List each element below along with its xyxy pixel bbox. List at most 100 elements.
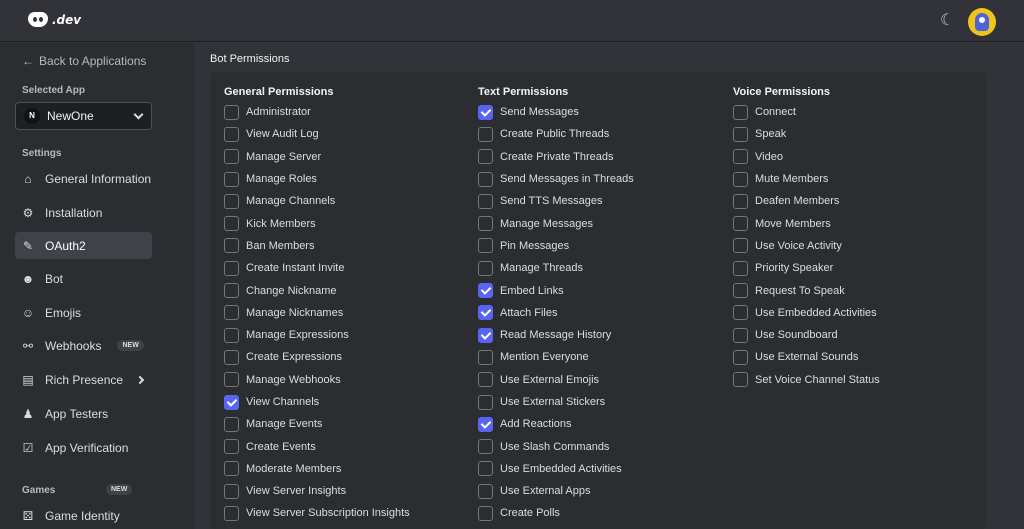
permission-checkbox[interactable] xyxy=(478,149,493,165)
sidebar-item-game-identity[interactable]: ⚄ Game Identity xyxy=(15,502,152,529)
permission-checkbox[interactable] xyxy=(478,305,493,321)
permission-checkbox[interactable] xyxy=(224,171,239,187)
permission-checkbox[interactable] xyxy=(733,149,748,165)
permission-row[interactable]: Mention Everyone xyxy=(478,346,728,368)
permission-checkbox[interactable] xyxy=(478,349,493,365)
sidebar-item-installation[interactable]: ⚙ Installation xyxy=(15,199,152,226)
permission-checkbox[interactable] xyxy=(733,349,748,365)
permission-checkbox[interactable] xyxy=(733,327,748,343)
permission-row[interactable]: Manage Channels xyxy=(224,190,474,212)
permission-checkbox[interactable] xyxy=(224,327,239,343)
permission-row[interactable]: Moderate Members xyxy=(224,458,474,480)
permission-checkbox[interactable] xyxy=(224,505,239,521)
permission-row[interactable]: Request To Speak xyxy=(733,279,983,301)
discord-dev-logo[interactable]: .dev xyxy=(28,12,81,27)
permission-checkbox[interactable] xyxy=(733,305,748,321)
permission-row[interactable]: Manage Events xyxy=(224,413,474,435)
permission-checkbox[interactable] xyxy=(733,126,748,142)
permission-checkbox[interactable] xyxy=(478,439,493,455)
permission-row[interactable]: Mute Members xyxy=(733,168,983,190)
permission-checkbox[interactable] xyxy=(733,260,748,276)
permission-row[interactable]: Use Embedded Activities xyxy=(733,302,983,324)
permission-row[interactable]: Set Voice Channel Status xyxy=(733,369,983,391)
permission-checkbox[interactable] xyxy=(478,394,493,410)
permission-checkbox[interactable] xyxy=(478,416,493,432)
permission-checkbox[interactable] xyxy=(733,193,748,209)
permission-row[interactable]: Use Voice Activity xyxy=(733,235,983,257)
permission-checkbox[interactable] xyxy=(224,394,239,410)
permission-row[interactable]: Move Members xyxy=(733,212,983,234)
permission-row[interactable]: Use External Apps xyxy=(478,480,728,502)
permission-checkbox[interactable] xyxy=(478,126,493,142)
permission-row[interactable]: Connect xyxy=(733,101,983,123)
moon-icon[interactable]: ☾ xyxy=(940,13,956,29)
permission-checkbox[interactable] xyxy=(224,193,239,209)
permission-checkbox[interactable] xyxy=(733,283,748,299)
app-selector[interactable]: N NewOne xyxy=(15,102,152,130)
permission-row[interactable]: Administrator xyxy=(224,101,474,123)
sidebar-item-oauth2[interactable]: ✎ OAuth2 xyxy=(15,232,152,259)
permission-checkbox[interactable] xyxy=(224,416,239,432)
permission-row[interactable]: Use Soundboard xyxy=(733,324,983,346)
permission-row[interactable]: Send Messages in Threads xyxy=(478,168,728,190)
permission-checkbox[interactable] xyxy=(224,372,239,388)
permission-row[interactable]: Create Events xyxy=(224,435,474,457)
permission-row[interactable]: Manage Roles xyxy=(224,168,474,190)
permission-row[interactable]: Use Slash Commands xyxy=(478,435,728,457)
sidebar-item-app-verification[interactable]: ☑ App Verification xyxy=(15,434,152,461)
permission-checkbox[interactable] xyxy=(224,149,239,165)
permission-row[interactable]: Use External Emojis xyxy=(478,369,728,391)
permission-checkbox[interactable] xyxy=(224,283,239,299)
permission-checkbox[interactable] xyxy=(478,327,493,343)
permission-checkbox[interactable] xyxy=(224,305,239,321)
permission-checkbox[interactable] xyxy=(224,461,239,477)
permission-checkbox[interactable] xyxy=(733,372,748,388)
back-to-applications-link[interactable]: ← Back to Applications xyxy=(22,54,146,68)
permission-row[interactable]: Attach Files xyxy=(478,302,728,324)
permission-row[interactable]: Manage Expressions xyxy=(224,324,474,346)
permission-checkbox[interactable] xyxy=(478,238,493,254)
permission-checkbox[interactable] xyxy=(224,126,239,142)
permission-checkbox[interactable] xyxy=(478,193,493,209)
permission-row[interactable]: Speak xyxy=(733,123,983,145)
permission-row[interactable]: Deafen Members xyxy=(733,190,983,212)
permission-row[interactable]: View Channels xyxy=(224,391,474,413)
permission-row[interactable]: Create Polls xyxy=(478,502,728,524)
sidebar-item-webhooks[interactable]: ⚯ Webhooks NEW xyxy=(15,332,152,359)
permission-checkbox[interactable] xyxy=(478,483,493,499)
permission-row[interactable]: Manage Messages xyxy=(478,212,728,234)
permission-row[interactable]: Use External Stickers xyxy=(478,391,728,413)
permission-row[interactable]: Change Nickname xyxy=(224,279,474,301)
permission-checkbox[interactable] xyxy=(478,461,493,477)
permission-row[interactable]: Send Messages xyxy=(478,101,728,123)
permission-row[interactable]: Use External Sounds xyxy=(733,346,983,368)
permission-checkbox[interactable] xyxy=(224,104,239,120)
permission-row[interactable]: Manage Webhooks xyxy=(224,369,474,391)
permission-checkbox[interactable] xyxy=(478,372,493,388)
avatar[interactable] xyxy=(968,8,996,36)
permission-row[interactable]: Create Instant Invite xyxy=(224,257,474,279)
permission-row[interactable]: View Audit Log xyxy=(224,123,474,145)
permission-row[interactable]: Create Public Threads xyxy=(478,123,728,145)
permission-row[interactable]: Embed Links xyxy=(478,279,728,301)
permission-row[interactable]: Add Reactions xyxy=(478,413,728,435)
permission-row[interactable]: Manage Nicknames xyxy=(224,302,474,324)
permission-row[interactable]: Create Expressions xyxy=(224,346,474,368)
permission-row[interactable]: Manage Threads xyxy=(478,257,728,279)
permission-checkbox[interactable] xyxy=(224,260,239,276)
permission-row[interactable]: Pin Messages xyxy=(478,235,728,257)
permission-checkbox[interactable] xyxy=(733,216,748,232)
sidebar-item-general-information[interactable]: ⌂ General Information xyxy=(15,165,152,192)
permission-checkbox[interactable] xyxy=(224,216,239,232)
permission-checkbox[interactable] xyxy=(224,238,239,254)
permission-checkbox[interactable] xyxy=(224,349,239,365)
permission-checkbox[interactable] xyxy=(478,104,493,120)
permission-checkbox[interactable] xyxy=(733,238,748,254)
permission-checkbox[interactable] xyxy=(478,260,493,276)
permission-row[interactable]: Video xyxy=(733,146,983,168)
sidebar-item-app-testers[interactable]: ♟ App Testers xyxy=(15,400,152,427)
permission-row[interactable]: View Server Subscription Insights xyxy=(224,502,474,524)
permission-checkbox[interactable] xyxy=(733,104,748,120)
permission-checkbox[interactable] xyxy=(224,483,239,499)
sidebar-item-bot[interactable]: ☻ Bot xyxy=(15,265,152,292)
